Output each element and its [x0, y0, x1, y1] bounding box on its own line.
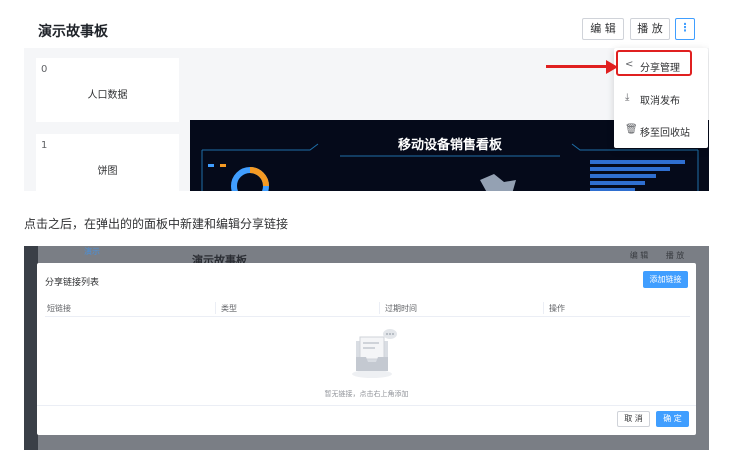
menu-item-unpublish[interactable]: ⤓ 取消发布: [614, 85, 708, 113]
story-header: 演示故事板 编 辑 播 放 ⋮: [24, 10, 709, 48]
confirm-button[interactable]: 确 定: [656, 411, 689, 427]
links-table-header: 短链接 类型 过期时间 操作: [45, 299, 690, 317]
column-header-type: 类型: [221, 304, 237, 313]
share-dialog-screenshot: 演示 演示故事板 编 辑 播 放 分享链接列表 添加链接 短链接 类型 过期时间…: [24, 246, 709, 450]
story-board-screenshot: 演示故事板 编 辑 播 放 ⋮ 0 人口数据 1 饼图 移动设备销售看板 < 分…: [24, 10, 709, 191]
column-header-actions: 操作: [549, 304, 565, 313]
empty-inbox-icon: [352, 329, 397, 378]
background-nav-item: 演示: [84, 247, 100, 256]
highlight-box: [616, 50, 692, 76]
background-sidebar: [24, 246, 38, 450]
story-card-population[interactable]: 0 人口数据: [36, 58, 179, 122]
share-links-dialog: 分享链接列表 添加链接 短链接 类型 过期时间 操作 暂无链接，点击右上角添加 …: [37, 263, 696, 435]
download-icon: ⤓: [625, 92, 630, 103]
background-play-button: 播 放: [665, 251, 685, 260]
column-header-short-link: 短链接: [47, 304, 71, 313]
page-title: 演示故事板: [38, 24, 108, 40]
column-divider: [379, 302, 380, 314]
arrow-annotation-head: [606, 60, 618, 74]
menu-item-label: 移至回收站: [640, 128, 690, 139]
dialog-footer-divider: [37, 405, 696, 406]
card-index: 1: [41, 140, 48, 151]
instruction-caption: 点击之后，在弹出的的面板中新建和编辑分享链接: [24, 217, 289, 231]
edit-button[interactable]: 编 辑: [582, 18, 624, 40]
dialog-title: 分享链接列表: [45, 278, 100, 288]
empty-state-text: 暂无链接，点击右上角添加: [324, 390, 409, 398]
trash-icon: 🗑: [625, 124, 638, 135]
card-index: 0: [41, 64, 48, 75]
story-card-pie[interactable]: 1 饼图: [36, 134, 179, 191]
column-header-expire-time: 过期时间: [385, 304, 417, 313]
card-label: 人口数据: [87, 90, 128, 101]
cancel-button[interactable]: 取 消: [617, 411, 650, 427]
background-edit-button: 编 辑: [629, 251, 649, 260]
menu-item-move-to-trash[interactable]: 🗑 移至回收站: [614, 117, 708, 145]
card-label: 饼图: [97, 166, 118, 177]
column-divider: [215, 302, 216, 314]
menu-item-label: 取消发布: [640, 96, 680, 107]
arrow-annotation-line: [546, 65, 614, 68]
add-link-button[interactable]: 添加链接: [643, 271, 688, 288]
column-divider: [543, 302, 544, 314]
play-button[interactable]: 播 放: [630, 18, 670, 40]
more-menu-button[interactable]: ⋮: [675, 18, 695, 40]
